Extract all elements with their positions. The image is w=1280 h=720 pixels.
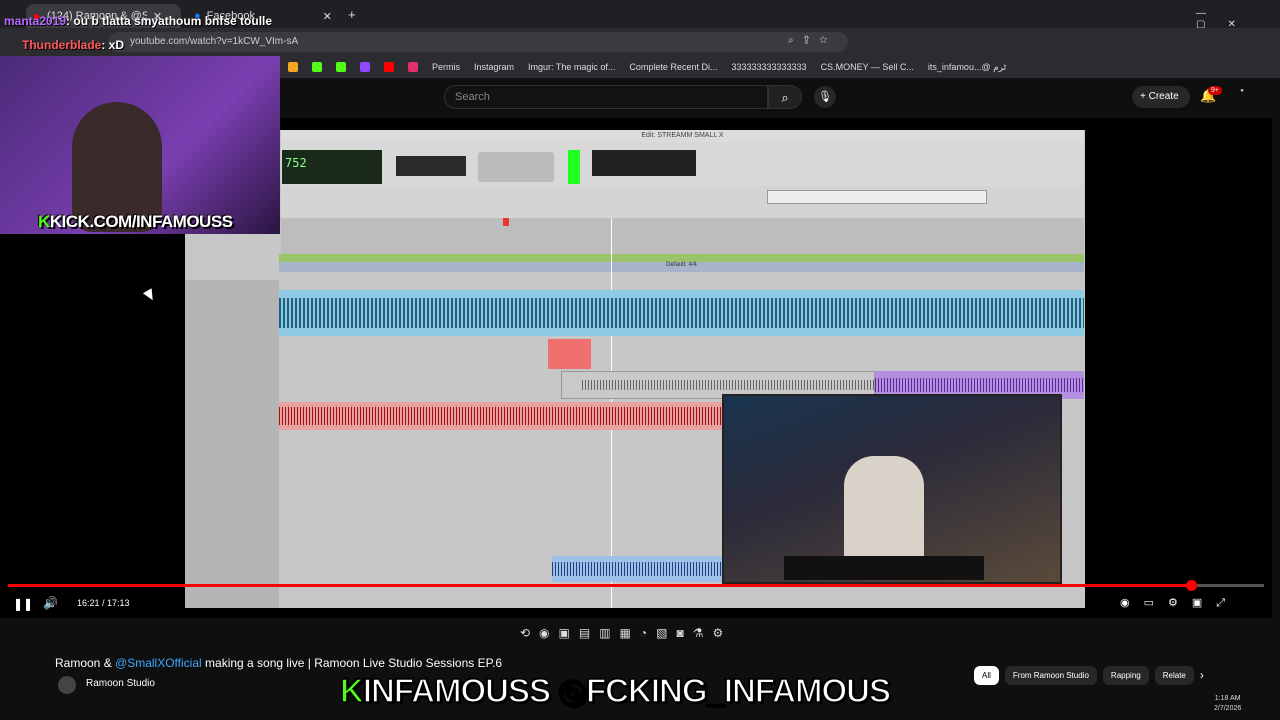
bookmark-permis[interactable]: Permis	[432, 62, 460, 72]
create-label: Create	[1148, 91, 1179, 102]
recommendation-chips: All From Ramoon Studio Rapping Relate ›	[974, 666, 1204, 685]
instagram-icon: ◎	[557, 671, 587, 710]
bookmark-tiktok[interactable]: its_infamou...@ ٹرم	[928, 62, 1006, 73]
search-icon: ⌕	[781, 90, 789, 105]
new-tab-button[interactable]: +	[348, 7, 356, 22]
title-rest: making a song live | Ramoon Live Studio …	[201, 656, 503, 670]
daw-transport-buttons	[478, 152, 554, 182]
player-right-controls[interactable]: ◉▭⚙▣⤢	[1120, 596, 1239, 610]
chat-message: Thunderblade: xD	[22, 38, 124, 52]
progress-bar-fill	[8, 584, 1192, 587]
bookmark-imgur[interactable]: Imgur: The magic of...	[528, 62, 615, 72]
instagram-bookmark-icon[interactable]	[408, 62, 418, 72]
chat-message: manta2019: ou b tlatta smyathoum bnfse t…	[4, 14, 272, 28]
chip-all[interactable]: All	[974, 666, 999, 685]
bookmark-icon[interactable]	[288, 62, 298, 72]
kick-logo-icon: K	[38, 212, 50, 231]
window-controls[interactable]: —▢✕	[1196, 8, 1280, 30]
chevron-right-icon[interactable]: ›	[1200, 666, 1204, 685]
daw-grid-display	[592, 150, 696, 176]
kick-bookmark-icon[interactable]	[312, 62, 322, 72]
studio-camera-overlay	[722, 394, 1062, 584]
system-clock: 1:18 AM 2/7/2026	[1214, 694, 1241, 714]
chat-username: Thunderblade	[22, 38, 102, 52]
daw-window-title: Edit: STREAMM SMALL X	[281, 130, 1084, 142]
audio-clip-red-selection	[548, 339, 591, 369]
notification-badge: 9+	[1208, 86, 1222, 95]
video-title: Ramoon & @SmallXOfficial making a song l…	[55, 656, 502, 670]
waveform	[279, 407, 722, 425]
chip-related[interactable]: Relate	[1154, 666, 1194, 685]
daw-timeline-ruler	[281, 218, 1084, 254]
daw-counter: 752	[282, 150, 382, 184]
chip-rapping[interactable]: Rapping	[1102, 666, 1149, 685]
pause-icon[interactable]: ❚❚	[13, 597, 33, 611]
bookmark-github[interactable]: Complete Recent Di...	[629, 62, 717, 72]
chat-username: manta2019	[4, 14, 67, 28]
studio-keyboard	[784, 556, 984, 580]
close-tab-icon[interactable]: ✕	[323, 10, 332, 23]
url-field[interactable]: youtube.com/watch?v=1kCW_VIm-sA	[108, 32, 848, 52]
kick-handle-text: KICK.COM/INFAMOUSS	[49, 212, 233, 231]
bookmark-3333[interactable]: 333333333333333	[731, 62, 806, 72]
channel-name[interactable]: Ramoon Studio	[86, 678, 155, 689]
youtube-bookmark-icon[interactable]	[384, 62, 394, 72]
channel-avatar[interactable]	[58, 676, 76, 694]
avatar[interactable]: ●	[1232, 88, 1252, 106]
daw-marker	[503, 218, 509, 226]
bookmark-csmoney[interactable]: CS.MONEY — Sell C...	[821, 62, 914, 72]
daw-meter-strip: Default: 4/4	[279, 262, 1084, 272]
banner-instagram-handle: FCKING_INFAMOUS	[585, 671, 892, 710]
clock-date: 2/7/2026	[1214, 705, 1242, 712]
chip-from-channel[interactable]: From Ramoon Studio	[1004, 666, 1097, 685]
chat-text: : ou b tlatta smyathoum bnfse toulle	[66, 14, 273, 28]
kick-handle-overlay: KKICK.COM/INFAMOUSS	[38, 212, 233, 232]
studio-person	[844, 456, 924, 566]
audio-clip-red	[279, 402, 722, 430]
volume-icon[interactable]: 🔊	[43, 596, 58, 610]
search-button[interactable]: ⌕	[768, 85, 802, 109]
url-actions[interactable]: ⌕⇪☆	[788, 35, 837, 46]
daw-level-meter	[568, 150, 580, 184]
daw-overview-window	[767, 190, 987, 204]
waveform	[552, 562, 722, 576]
audio-clip-beat	[279, 290, 1084, 336]
create-button[interactable]: + Create	[1132, 86, 1190, 108]
daw-edit-modes	[396, 156, 466, 176]
clock-time: 1:18 AM	[1214, 695, 1241, 702]
audio-clip-blue	[552, 556, 722, 582]
time-display: 16:21 / 17:13	[77, 598, 130, 608]
search-input[interactable]: Search	[444, 85, 768, 109]
title-prefix: Ramoon &	[55, 656, 116, 670]
daw-tempo-strip	[279, 254, 1084, 262]
kick-bookmark-icon[interactable]	[336, 62, 346, 72]
voice-search-button[interactable]: 🎙	[814, 86, 836, 108]
microphone-icon: 🎙	[818, 91, 832, 103]
bookmark-instagram[interactable]: Instagram	[474, 62, 514, 72]
chat-text: : xD	[101, 38, 125, 52]
banner-kick-handle: INFAMOUSS	[362, 671, 552, 710]
title-mention-link[interactable]: @SmallXOfficial	[115, 656, 202, 670]
extension-toolbar-icons[interactable]: ⟲◉▣▤▥▦◔▧◙⚗⚙	[520, 626, 732, 640]
waveform	[279, 298, 1084, 328]
bookmarks-bar: Permis Instagram Imgur: The magic of... …	[280, 56, 1280, 78]
daw-track-headers	[185, 280, 279, 608]
kick-logo-icon: K	[339, 671, 364, 710]
twitch-bookmark-icon[interactable]	[360, 62, 370, 72]
stream-banner-overlay: KINFAMOUSS ◎FCKING_INFAMOUS	[339, 671, 892, 710]
